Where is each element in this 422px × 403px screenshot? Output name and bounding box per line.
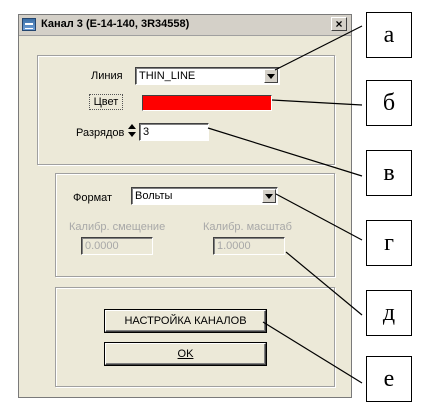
- callout-d: д: [366, 290, 412, 336]
- leader-line-e: [262, 321, 363, 384]
- callout-a: а: [366, 12, 412, 58]
- leader-line-d: [285, 251, 363, 316]
- leader-line-v: [207, 127, 363, 177]
- callout-v: в: [366, 150, 412, 196]
- callout-g: г: [366, 220, 412, 266]
- callout-e: е: [366, 356, 412, 402]
- callout-b: б: [366, 80, 412, 126]
- leader-line-a: [274, 25, 363, 71]
- leader-line-b: [271, 99, 363, 106]
- callout-leader-lines: [207, 25, 363, 384]
- leader-line-g: [275, 193, 363, 241]
